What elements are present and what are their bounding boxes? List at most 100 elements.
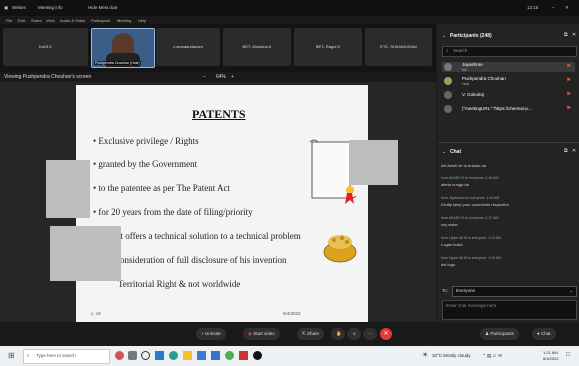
meeting-info-link[interactable]: Meeting info [38, 5, 63, 10]
menu-meeting[interactable]: Meeting [117, 18, 131, 23]
search-icon: ⌕ [446, 48, 449, 53]
zoom-level[interactable]: 64% [216, 75, 226, 80]
task-view-icon[interactable] [141, 351, 150, 360]
hide-menu-bar-button[interactable]: Hide Menu bar [88, 5, 118, 10]
video-tile[interactable]: ETE- SHANMUGAM [365, 28, 432, 66]
menu-participant[interactable]: Participant [91, 18, 110, 23]
zoom-out-icon[interactable]: – [203, 75, 206, 80]
clock-time[interactable]: 1:21 AM [543, 350, 558, 355]
notification-icon[interactable]: □ [566, 352, 570, 358]
menu-edit[interactable]: Edit [18, 18, 25, 23]
panel-divider [438, 142, 579, 143]
chevron-down-icon[interactable]: ⌄ [442, 33, 446, 39]
taskbar-app-icon[interactable] [155, 351, 164, 360]
video-off-icon: ◉ [248, 331, 252, 336]
menu-file[interactable]: File [6, 18, 12, 23]
close-icon[interactable]: ✕ [565, 5, 569, 11]
minimize-icon[interactable]: – [552, 5, 555, 10]
meeting-time: 12:15 [527, 5, 539, 10]
app-name: Webex [12, 5, 26, 10]
system-tray-icons[interactable]: ⌃ ▤ ♬ ✉ [482, 353, 502, 359]
slide-page-number: ▷ 19 [91, 311, 101, 316]
slide-bullet: • granted by the Government [93, 159, 198, 169]
taskbar-search-placeholder: Type here to search [36, 353, 76, 358]
participant-item[interactable]: Jayashree Me ⚑ [442, 62, 575, 72]
weather-icon: ☀ [422, 352, 429, 359]
participant-name: KaVil.K [38, 44, 53, 49]
taskbar-app-icon[interactable] [128, 351, 137, 360]
chrome-icon[interactable] [225, 351, 234, 360]
chat-meta: from Hyder Ali M to everyone: 1:19 AM [441, 236, 501, 240]
windows-taskbar: ⊞ ⌕ Type here to search ☀ 32°C Mostly cl… [0, 346, 579, 366]
start-video-button[interactable]: ◉ Start video [243, 328, 280, 340]
participant-item[interactable]: {"meetingURL":"https://chennai-p... ⚑ [442, 104, 575, 114]
chevron-down-icon[interactable]: ⌄ [442, 149, 446, 155]
clock-date[interactable]: 8/4/2022 [543, 356, 559, 361]
file-explorer-icon[interactable] [183, 351, 192, 360]
raise-hand-button[interactable]: ✋ [331, 328, 345, 340]
webex-logo-icon: ▣ [4, 5, 9, 10]
taskbar-app-icon[interactable] [115, 351, 124, 360]
chat-message: dei logu [441, 262, 456, 267]
more-options-button[interactable]: ⋯ [363, 328, 377, 340]
zoom-in-icon[interactable]: + [231, 75, 234, 80]
participant-item[interactable]: V. Gokulraj ⚑ [442, 90, 575, 100]
close-icon: ✕ [383, 331, 389, 337]
chat-input-placeholder: Enter chat message here [446, 303, 497, 308]
menu-bar: File Edit Share View Audio & Video Parti… [0, 16, 579, 24]
participant-name: Pushpendra Chouhan [462, 76, 506, 81]
taskbar-search-input[interactable]: ⌕ Type here to search [23, 349, 110, 364]
windows-start-icon[interactable]: ⊞ [8, 351, 15, 360]
search-icon: ⌕ [27, 353, 30, 358]
close-panel-icon[interactable]: ✕ [572, 148, 576, 154]
avatar [444, 91, 452, 99]
slide-bullet: • to the patentee as per The Patent Act [93, 183, 230, 193]
smile-icon: ☺ [352, 331, 357, 336]
reactions-button[interactable]: ☺ [347, 328, 361, 340]
taskbar-app-icon[interactable] [239, 351, 248, 360]
weather-text: 32°C Mostly cloudy [432, 353, 471, 358]
active-speaker-tile[interactable]: Pushpendra Chouhan (Host) [91, 28, 155, 68]
chat-message-input[interactable]: Enter chat message here [442, 300, 577, 320]
participant-search-input[interactable]: ⌕ Search [442, 46, 577, 57]
edge-browser-icon[interactable] [169, 351, 178, 360]
muted-mic-icon: ⚑ [566, 78, 572, 84]
side-panel: Participants (248) ⌄ ⧉ ✕ ⌕ Search Jayash… [438, 24, 579, 322]
word-icon[interactable] [211, 351, 220, 360]
menu-view[interactable]: View [46, 18, 55, 23]
participant-role: Host [462, 82, 470, 86]
chat-to-label: To: [442, 288, 449, 293]
participants-label: Participants [490, 331, 514, 336]
participants-toggle-button[interactable]: ♟ Participants [480, 328, 519, 340]
chat-meta: from AKASH G to everyone: 1:16 AM [441, 176, 499, 180]
store-icon[interactable] [197, 351, 206, 360]
webex-taskbar-icon[interactable] [253, 351, 262, 360]
video-tile[interactable]: c.amsaandanam [156, 28, 220, 66]
muted-mic-icon: ⚑ [566, 64, 572, 70]
redaction-block [50, 226, 121, 281]
unmute-button[interactable]: ● Unmute [196, 328, 226, 340]
money-pot-icon [323, 235, 357, 263]
chat-label: Chat [540, 331, 551, 336]
chat-toggle-button[interactable]: ● Chat [532, 328, 556, 340]
video-tile[interactable]: BET- Monisha.K [223, 28, 291, 66]
participant-name: ETE- SHANMUGAM [380, 44, 417, 49]
popout-icon[interactable]: ⧉ [564, 148, 568, 154]
leave-meeting-button[interactable]: ✕ [380, 328, 392, 340]
menu-share[interactable]: Share [31, 18, 42, 23]
more-icon: ⋯ [368, 331, 373, 336]
video-tile[interactable]: KaVil.K [3, 28, 88, 66]
chat-header: Chat [450, 149, 462, 155]
chat-meta: from AKASH G to everyone: 1:17 AM [441, 216, 499, 220]
video-tile[interactable]: BET- Ragul K [294, 28, 362, 66]
participant-item[interactable]: Pushpendra Chouhan Host ⚑ [442, 76, 575, 86]
share-button[interactable]: ⇱ Share [297, 328, 325, 340]
participant-name: Jayashree [462, 62, 483, 67]
popout-icon[interactable]: ⧉ [564, 32, 568, 38]
chat-recipient-select[interactable]: Everyone ⌄ [452, 286, 577, 297]
chat-meta: from Hyder Ali M to everyone: 1:19 AM [441, 256, 501, 260]
menu-audio-video[interactable]: Audio & Video [60, 18, 85, 23]
close-panel-icon[interactable]: ✕ [572, 32, 576, 38]
menu-help[interactable]: Help [138, 18, 146, 23]
participant-name: {"meetingURL":"https://chennai-p... [462, 106, 532, 111]
